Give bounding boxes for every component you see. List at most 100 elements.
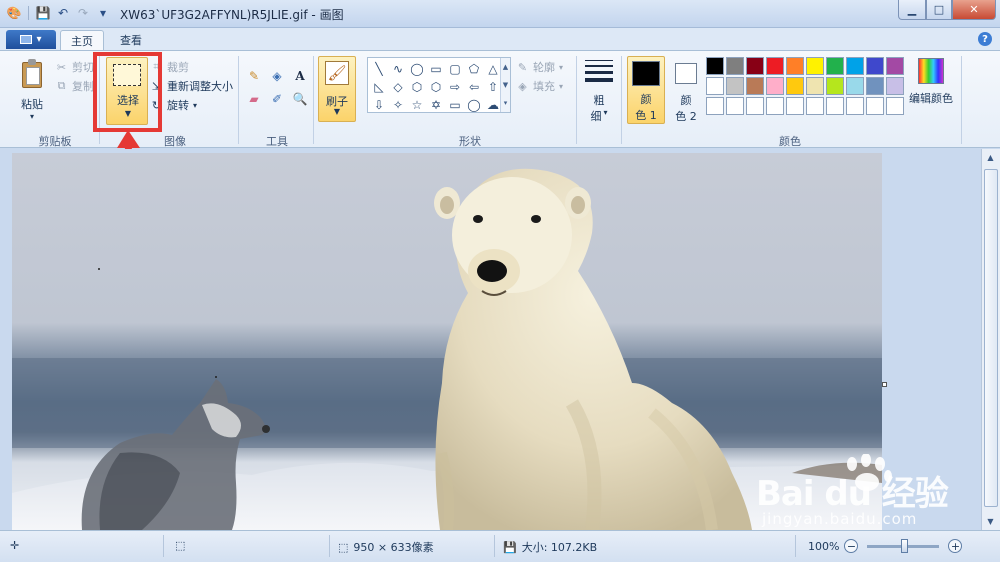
text-icon[interactable]: A (290, 66, 310, 86)
pencil-icon[interactable]: ✎ (244, 66, 264, 86)
palette-swatch[interactable] (786, 77, 804, 95)
cut-label: 剪切 (72, 61, 94, 74)
cut-button[interactable]: ✂ 剪切 (55, 58, 94, 76)
color2-button[interactable]: 颜 色 2 (670, 56, 702, 124)
magnifier-icon[interactable]: 🔍 (290, 89, 310, 109)
redo-icon[interactable]: ↷ (75, 5, 91, 21)
eraser-icon[interactable]: ▰ (244, 89, 264, 109)
scroll-down-icon[interactable]: ▼ (982, 513, 999, 530)
palette-swatch[interactable] (726, 77, 744, 95)
edit-colors-button[interactable]: 编辑颜色 (906, 58, 956, 106)
palette-swatch[interactable] (746, 77, 764, 95)
palette-swatch[interactable] (826, 57, 844, 75)
shape-option[interactable]: ⬠ (465, 60, 483, 77)
shape-option[interactable]: ╲ (370, 60, 388, 77)
outline-button[interactable]: ✎ 轮廓 ▾ (516, 58, 563, 76)
palette-swatch[interactable] (886, 77, 904, 95)
shape-option[interactable]: ◇ (389, 78, 407, 95)
undo-icon[interactable]: ↶ (55, 5, 71, 21)
palette-swatch[interactable] (706, 57, 724, 75)
color1-button[interactable]: 颜 色 1 (627, 56, 665, 124)
color-picker-icon[interactable]: ✐ (267, 89, 287, 109)
scrollbar-thumb[interactable] (984, 169, 998, 507)
palette-swatch[interactable] (706, 97, 724, 115)
palette-swatch[interactable] (846, 57, 864, 75)
shape-option[interactable]: ⬡ (408, 78, 426, 95)
zoom-in-button[interactable]: + (948, 539, 963, 553)
shape-option[interactable]: ⬡ (427, 78, 445, 95)
palette-swatch[interactable] (866, 57, 884, 75)
shape-option[interactable]: ◯ (408, 60, 426, 77)
palette-swatch[interactable] (766, 77, 784, 95)
shape-option[interactable]: ▭ (446, 96, 464, 113)
shape-option[interactable]: ▭ (427, 60, 445, 77)
watermark-url: jingyan.baidu.com (762, 510, 918, 528)
shape-option[interactable]: ◯ (465, 96, 483, 113)
customize-qat-icon[interactable]: ▾ (95, 5, 111, 21)
tab-view[interactable]: 查看 (110, 30, 152, 50)
app-menu-button[interactable]: ▾ (6, 30, 56, 49)
close-button[interactable]: ✕ (952, 0, 996, 20)
palette-swatch[interactable] (806, 57, 824, 75)
palette-swatch[interactable] (806, 97, 824, 115)
paste-button[interactable]: 粘贴 ▾ (14, 58, 50, 121)
size-button[interactable]: 粗 细 ▾ (583, 58, 615, 124)
palette-swatch[interactable] (786, 97, 804, 115)
shape-option[interactable]: ✧ (389, 96, 407, 113)
palette-swatch[interactable] (846, 97, 864, 115)
shape-option[interactable]: ⇩ (370, 96, 388, 113)
shape-option[interactable]: ⇦ (465, 78, 483, 95)
copy-button[interactable]: ⧉ 复制 (55, 77, 94, 95)
chevron-down-icon: ▾ (603, 108, 608, 117)
palette-swatch[interactable] (786, 57, 804, 75)
palette-swatch[interactable] (866, 97, 884, 115)
shape-option[interactable]: ∿ (389, 60, 407, 77)
tab-home[interactable]: 主页 (60, 30, 104, 50)
shape-option[interactable]: ◺ (370, 78, 388, 95)
maximize-button[interactable]: □ (926, 0, 952, 20)
palette-swatch[interactable] (866, 77, 884, 95)
palette-swatch[interactable] (886, 97, 904, 115)
edit-colors-icon (918, 58, 944, 84)
zoom-out-button[interactable]: − (844, 539, 859, 553)
palette-swatch[interactable] (746, 57, 764, 75)
scissors-icon: ✂ (56, 60, 67, 74)
palette-swatch[interactable] (706, 77, 724, 95)
scroll-up-icon[interactable]: ▲ (982, 149, 999, 166)
shapes-grid: ╲ ∿ ◯ ▭ ▢ ⬠ △ ◺ ◇ ⬡ ⬡ ⇨ ⇦ ⇧ ⇩ ✧ ☆ ✡ ▭ ◯ ☁ (370, 60, 502, 113)
vertical-scrollbar[interactable]: ▲ ▼ (981, 149, 1000, 530)
shape-option[interactable]: ✡ (427, 96, 445, 113)
palette-swatch[interactable] (726, 97, 744, 115)
fill-button[interactable]: ◈ 填充 ▾ (516, 77, 563, 95)
paint-app-icon[interactable]: 🎨 (6, 5, 22, 21)
palette-swatch[interactable] (766, 57, 784, 75)
help-icon[interactable]: ? (978, 32, 992, 46)
canvas-resize-handle[interactable] (882, 382, 887, 387)
zoom-slider[interactable] (867, 538, 940, 553)
palette-swatch[interactable] (726, 57, 744, 75)
palette-swatch[interactable] (886, 57, 904, 75)
size-label-line2: 细 (590, 110, 602, 123)
scroll-up-icon[interactable]: ▲ (503, 63, 508, 71)
palette-swatch[interactable] (746, 97, 764, 115)
scroll-down-icon[interactable]: ▼ (503, 81, 508, 89)
fill-bucket-icon[interactable]: ◈ (267, 66, 287, 86)
brushes-button[interactable]: 🖌 刷子 ▼ (318, 56, 356, 122)
shapes-gallery-scroll[interactable]: ▲ ▼ ▾ (500, 58, 510, 112)
expand-gallery-icon[interactable]: ▾ (504, 99, 508, 107)
palette-swatch[interactable] (806, 77, 824, 95)
palette-swatch[interactable] (826, 77, 844, 95)
palette-swatch[interactable] (846, 77, 864, 95)
palette-swatch[interactable] (766, 97, 784, 115)
minimize-button[interactable]: ▁ (898, 0, 926, 20)
zoom-slider-thumb[interactable] (901, 538, 909, 553)
shape-option[interactable]: ⇨ (446, 78, 464, 95)
selection-icon: ⬚ (175, 539, 186, 552)
shape-option[interactable]: ☆ (408, 96, 426, 113)
save-icon[interactable]: 💾 (35, 5, 51, 21)
shape-option[interactable]: ▢ (446, 60, 464, 77)
canvas-image[interactable] (12, 153, 882, 530)
shapes-gallery[interactable]: ╲ ∿ ◯ ▭ ▢ ⬠ △ ◺ ◇ ⬡ ⬡ ⇨ ⇦ ⇧ ⇩ ✧ ☆ ✡ ▭ ◯ ☁ ▲ ▼ ▾ (367, 57, 511, 113)
resize-button[interactable]: ⇲ 重新调整大小 (150, 77, 233, 95)
palette-swatch[interactable] (826, 97, 844, 115)
